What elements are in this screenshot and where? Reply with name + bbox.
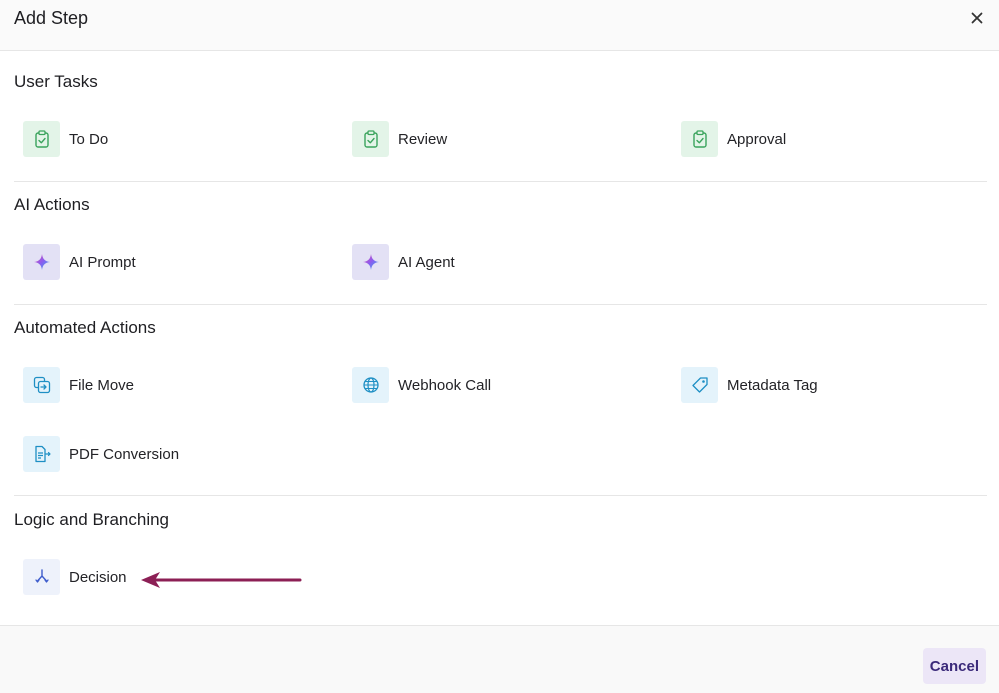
dialog-footer: Cancel	[0, 625, 999, 693]
step-option-metadata-tag[interactable]: Metadata Tag	[681, 367, 818, 403]
section-title-ai-actions: AI Actions	[14, 195, 90, 214]
dialog-header: Add Step	[0, 0, 999, 51]
annotation-arrow-icon	[140, 570, 302, 595]
step-option-decision[interactable]: Decision	[23, 559, 127, 595]
dialog-title: Add Step	[14, 8, 89, 28]
section-title-user-tasks: User Tasks	[14, 72, 98, 91]
step-option-pdf-conversion[interactable]: PDF Conversion	[23, 436, 179, 472]
step-option-label: To Do	[69, 130, 109, 148]
step-option-approval[interactable]: Approval	[681, 121, 786, 157]
step-option-webhook-call[interactable]: Webhook Call	[352, 367, 491, 403]
close-icon[interactable]	[969, 10, 985, 26]
step-option-file-move[interactable]: File Move	[23, 367, 134, 403]
section-title-logic-and-branching: Logic and Branching	[14, 510, 170, 529]
step-option-label: PDF Conversion	[69, 445, 180, 463]
globe-icon	[352, 367, 389, 403]
step-option-label: AI Prompt	[69, 253, 136, 271]
step-option-label: Decision	[69, 568, 127, 586]
cancel-button[interactable]: Cancel	[922, 648, 986, 684]
step-option-ai-prompt[interactable]: AI Prompt	[23, 244, 136, 280]
clipboard-check-icon	[681, 121, 718, 157]
step-option-label: AI Agent	[398, 253, 455, 271]
step-option-review[interactable]: Review	[352, 121, 447, 157]
step-option-label: Webhook Call	[398, 376, 492, 394]
step-option-label: Review	[398, 130, 448, 148]
file-convert-icon	[23, 436, 60, 472]
clipboard-check-icon	[23, 121, 60, 157]
step-option-label: File Move	[69, 376, 135, 394]
sparkle-icon	[352, 244, 389, 280]
sparkle-icon	[23, 244, 60, 280]
step-option-to-do[interactable]: To Do	[23, 121, 108, 157]
section-title-automated-actions: Automated Actions	[14, 318, 156, 337]
section-divider	[14, 495, 987, 496]
tag-icon	[681, 367, 718, 403]
add-step-dialog: Add Step User Tasks To Do Review Approva…	[0, 0, 999, 693]
file-move-icon	[23, 367, 60, 403]
step-option-label: Metadata Tag	[727, 376, 818, 394]
step-option-ai-agent[interactable]: AI Agent	[352, 244, 455, 280]
section-divider	[14, 181, 987, 182]
clipboard-check-icon	[352, 121, 389, 157]
branch-icon	[23, 559, 60, 595]
step-option-label: Approval	[727, 130, 787, 148]
section-divider	[14, 304, 987, 305]
